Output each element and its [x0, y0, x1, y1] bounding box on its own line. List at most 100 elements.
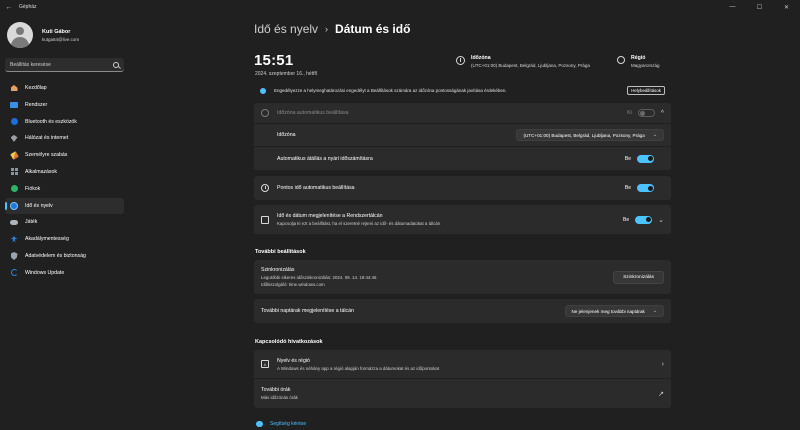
- sidebar-item-label: Rendszer: [25, 101, 48, 108]
- location-info-bar: Engedélyezze a helymeghatározási engedél…: [254, 84, 668, 97]
- language-region-link[interactable]: A Nyelv és régió A Windows és néhány app…: [254, 350, 671, 379]
- help-icon: [256, 421, 263, 427]
- breadcrumb-parent[interactable]: Idő és nyelv: [254, 22, 318, 36]
- additional-clocks-title: További órák: [261, 387, 291, 393]
- chevron-down-icon[interactable]: ⌄: [658, 216, 664, 224]
- sidebar-item-label: Akadálymentesség: [25, 236, 69, 243]
- current-time: 15:51: [254, 52, 294, 69]
- breadcrumb-separator: ›: [325, 24, 329, 34]
- timezone-summary: Időzóna (UTC+01:00) Budapest, Belgrád, L…: [456, 55, 590, 68]
- profile-email: kutga84@live.com: [42, 36, 80, 42]
- timezone-summary-title: Időzóna: [471, 55, 491, 61]
- sidebar-item-home[interactable]: Kezdőlap: [5, 80, 124, 96]
- sidebar-item-network[interactable]: Hálózat és internet: [5, 130, 124, 146]
- dst-toggle[interactable]: [637, 154, 654, 163]
- brush-icon: [9, 150, 19, 160]
- taskbar-time-state: Be: [623, 216, 630, 223]
- app-title: Gépház: [19, 4, 37, 10]
- calendars-dropdown[interactable]: Ne jelenjenek meg további naptárak ⌄: [564, 305, 664, 317]
- external-link-icon: ↗: [658, 390, 664, 398]
- auto-time-row: Pontos idő automatikus beállítása Be: [254, 176, 671, 200]
- sync-button[interactable]: Szinkronizálás: [613, 270, 664, 284]
- globe-icon: [617, 56, 625, 64]
- timezone-label: Időzóna: [277, 132, 296, 138]
- info-icon: [260, 87, 266, 94]
- system-icon: [10, 101, 18, 109]
- taskbar-time-toggle[interactable]: [635, 215, 653, 224]
- sidebar-item-privacy[interactable]: Adatvédelem és biztonság: [5, 248, 124, 264]
- sidebar-item-label: Kezdőlap: [25, 85, 47, 91]
- info-text: Engedélyezze a helymeghatározási engedél…: [274, 88, 507, 93]
- dst-row: Automatikus átállás a nyári időszámításr…: [254, 147, 671, 170]
- bluetooth-icon: [10, 118, 18, 126]
- calendars-card: További naptárak megjelenítése a tálcán …: [254, 299, 671, 323]
- auto-time-card: Pontos idő automatikus beállítása Be: [254, 176, 671, 200]
- sidebar-item-time-language[interactable]: Idő és nyelv: [5, 197, 124, 214]
- calendars-row: További naptárak megjelenítése a tálcán …: [254, 299, 671, 323]
- search-icon: [113, 61, 119, 68]
- taskbar-time-label: Idő és dátum megjelenítése a Rendszertál…: [277, 213, 383, 219]
- taskbar-time-sub: Kapcsolja ki ezt a beállítást, ha el sze…: [277, 221, 441, 226]
- accessibility-icon: [10, 235, 18, 243]
- get-help-link[interactable]: Segítség kérése: [256, 421, 306, 427]
- network-icon: [10, 134, 18, 142]
- apps-icon: [10, 168, 18, 176]
- auto-timezone-label: Időzóna automatikus beállítása: [277, 110, 349, 116]
- profile-name: Kuti Gábor: [42, 28, 71, 35]
- current-date: 2024. szeptember 16., hétfő: [255, 71, 318, 77]
- get-help-label: Segítség kérése: [270, 421, 307, 427]
- taskbar-time-row[interactable]: Idő és dátum megjelenítése a Rendszertál…: [254, 205, 671, 234]
- sidebar-item-accounts[interactable]: Fiókok: [5, 181, 124, 197]
- related-links-card: A Nyelv és régió A Windows és néhány app…: [254, 350, 671, 408]
- sidebar-item-bluetooth[interactable]: Bluetooth és eszközök: [5, 114, 124, 130]
- more-settings-title: További beállítások: [255, 249, 306, 255]
- auto-timezone-row[interactable]: Időzóna automatikus beállítása Ki ^: [254, 103, 671, 124]
- shield-icon: [10, 251, 18, 260]
- sidebar-item-system[interactable]: Rendszer: [5, 97, 124, 113]
- location-settings-button[interactable]: Helybeállítások: [627, 86, 665, 95]
- timezone-dropdown-value: (UTC+01:00) Budapest, Belgrád, Ljubljana…: [523, 132, 645, 138]
- dst-label: Automatikus átállás a nyári időszámításr…: [277, 155, 373, 162]
- sidebar-item-label: Bluetooth és eszközök: [25, 118, 77, 125]
- user-profile[interactable]: Kuti Gábor kutga84@live.com: [7, 22, 79, 48]
- region-summary-value: Magyarország: [631, 63, 660, 68]
- search-input[interactable]: Beállítás keresése: [5, 58, 124, 72]
- collapse-chevron-icon[interactable]: ^: [661, 110, 664, 117]
- auto-timezone-toggle[interactable]: [637, 109, 655, 117]
- sidebar-nav: Kezdőlap Rendszer Bluetooth és eszközök …: [5, 80, 124, 282]
- maximize-button[interactable]: ☐: [746, 0, 773, 14]
- calendars-dropdown-value: Ne jelenjenek meg további naptárak: [571, 308, 645, 314]
- more-settings-card: Szinkronizálás Legutóbbi sikeres időszin…: [254, 260, 671, 294]
- back-button[interactable]: ←: [0, 0, 18, 14]
- sidebar-item-personalization[interactable]: Személyre szabás: [5, 147, 124, 163]
- sidebar-item-gaming[interactable]: Játék: [5, 214, 124, 230]
- dst-state: Be: [624, 155, 631, 162]
- close-button[interactable]: ✕: [773, 0, 800, 14]
- auto-time-label: Pontos idő automatikus beállítása: [277, 185, 355, 191]
- page-title: Dátum és idő: [335, 22, 411, 36]
- breadcrumb: Idő és nyelv › Dátum és idő: [254, 22, 410, 36]
- sidebar-item-label: Játék: [25, 219, 38, 226]
- time-language-icon: [10, 201, 18, 210]
- sidebar-item-accessibility[interactable]: Akadálymentesség: [5, 231, 124, 247]
- timezone-icon: [261, 109, 269, 117]
- chevron-down-icon: ⌄: [652, 132, 657, 138]
- sidebar-item-label: Adatvédelem és biztonság: [25, 252, 86, 259]
- sidebar-item-label: Idő és nyelv: [25, 202, 53, 209]
- clock-icon: [261, 184, 269, 192]
- language-icon: A: [261, 360, 269, 368]
- timezone-dropdown[interactable]: (UTC+01:00) Budapest, Belgrád, Ljubljana…: [516, 129, 664, 141]
- additional-clocks-link[interactable]: További órák Más időzónás órák ↗: [254, 379, 671, 408]
- language-region-sub: A Windows és néhány app a régió alapján …: [277, 365, 440, 371]
- auto-time-toggle[interactable]: [637, 184, 654, 192]
- chevron-right-icon: ›: [661, 360, 664, 368]
- home-icon: [10, 84, 18, 92]
- sidebar-item-label: Alkalmazások: [25, 168, 58, 175]
- related-links-title: Kapcsolódó hivatkozások: [255, 339, 323, 345]
- calendar-icon: [261, 215, 269, 224]
- avatar: [7, 22, 33, 48]
- sidebar-item-windows-update[interactable]: Windows Update: [5, 265, 124, 281]
- minimize-button[interactable]: —: [719, 0, 746, 14]
- search-placeholder: Beállítás keresése: [10, 61, 51, 68]
- sidebar-item-apps[interactable]: Alkalmazások: [5, 164, 124, 180]
